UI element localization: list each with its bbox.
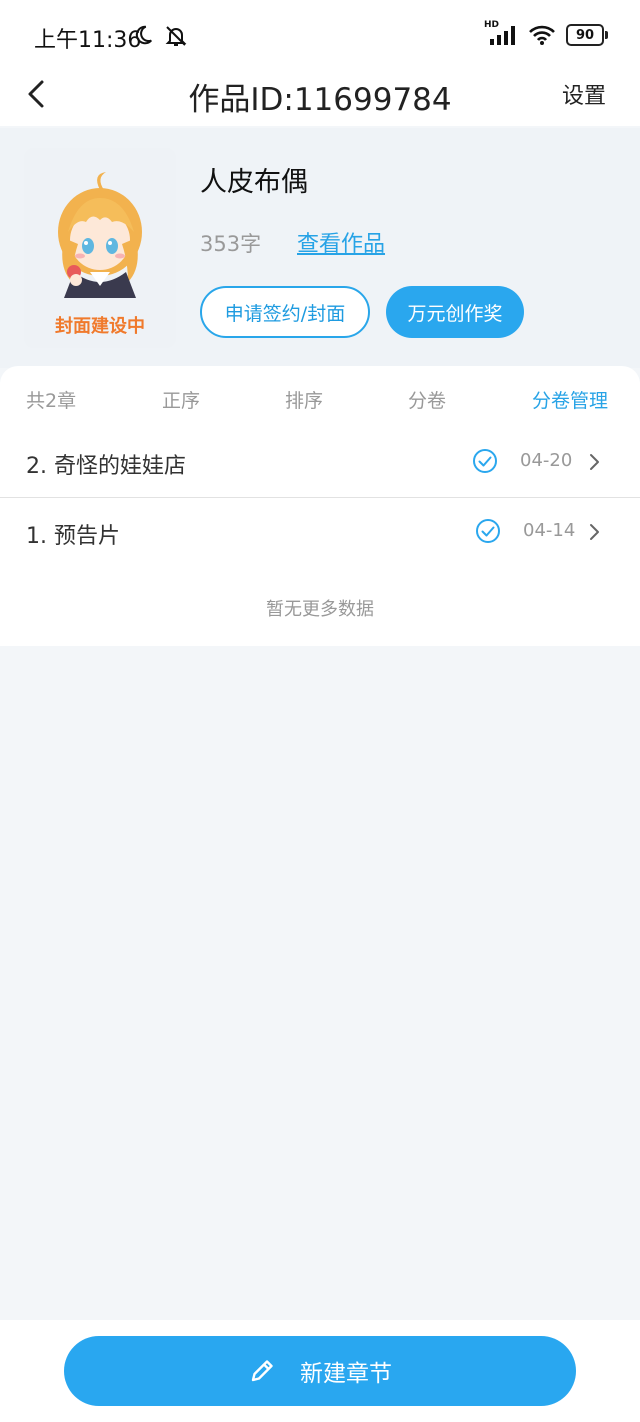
moon-icon	[135, 25, 152, 45]
page-title: 作品ID:11699784	[188, 82, 452, 118]
page: 上午11:36 HD 90 作品ID:11699784 设置 封面建设中 人皮布…	[0, 0, 640, 1422]
book-cover[interactable]: 封面建设中	[24, 148, 176, 348]
chapter-row[interactable]: 1. 预告片 04-14	[0, 500, 640, 568]
chapter-list-panel: 共2章 正序 排序 分卷 分卷管理 2. 奇怪的娃娃店 04-20 1. 预告片	[0, 366, 640, 646]
wifi-icon	[529, 25, 555, 45]
pencil-icon	[251, 1360, 273, 1382]
signal-icon: HD	[484, 20, 518, 46]
chapter-title: 1. 预告片	[26, 524, 120, 549]
cover-illustration	[58, 172, 142, 298]
published-check-icon	[473, 449, 497, 473]
chapter-row[interactable]: 2. 奇怪的娃娃店 04-20	[0, 430, 640, 498]
chapter-total: 共2章	[26, 390, 77, 412]
work-title: 人皮布偶	[200, 167, 308, 198]
mute-bell-icon	[165, 26, 187, 46]
order-ascending-tab[interactable]: 正序	[162, 386, 200, 413]
volume-manage-tab[interactable]: 分卷管理	[532, 386, 608, 413]
status-bar: 上午11:36 HD 90	[0, 0, 640, 74]
bottom-action-bar: 新建章节	[0, 1320, 640, 1422]
chapter-title: 2. 奇怪的娃娃店	[26, 454, 186, 479]
chevron-right-icon	[590, 524, 599, 540]
row-divider	[0, 497, 640, 498]
cover-placeholder-text: 封面建设中	[55, 316, 145, 337]
list-toolbar: 共2章 正序 排序 分卷 分卷管理	[0, 366, 640, 430]
sort-tab[interactable]: 排序	[285, 386, 323, 413]
apply-sign-cover-button[interactable]: 申请签约/封面	[200, 286, 370, 338]
chapter-date: 04-20	[520, 450, 573, 471]
hd-badge: HD	[484, 20, 500, 30]
status-right: HD 90	[484, 20, 608, 46]
creation-award-button[interactable]: 万元创作奖	[386, 286, 524, 338]
volume-tab[interactable]: 分卷	[408, 386, 446, 413]
new-chapter-label: 新建章节	[300, 1361, 392, 1387]
chevron-right-icon	[590, 454, 599, 470]
chapter-date: 04-14	[523, 520, 576, 541]
status-time: 上午11:36	[34, 28, 142, 53]
view-work-link[interactable]: 查看作品	[297, 226, 385, 258]
published-check-icon	[476, 519, 500, 543]
work-info-card: 封面建设中 人皮布偶 353字 查看作品 申请签约/封面 万元创作奖	[0, 128, 640, 368]
new-chapter-button[interactable]: 新建章节	[64, 1336, 576, 1406]
word-count: 353字	[200, 232, 262, 256]
top-nav-bar: 作品ID:11699784 设置	[0, 64, 640, 126]
no-more-data-text: 暂无更多数据	[266, 599, 374, 620]
settings-button[interactable]: 设置	[562, 78, 606, 110]
battery-icon: 90	[566, 24, 608, 46]
